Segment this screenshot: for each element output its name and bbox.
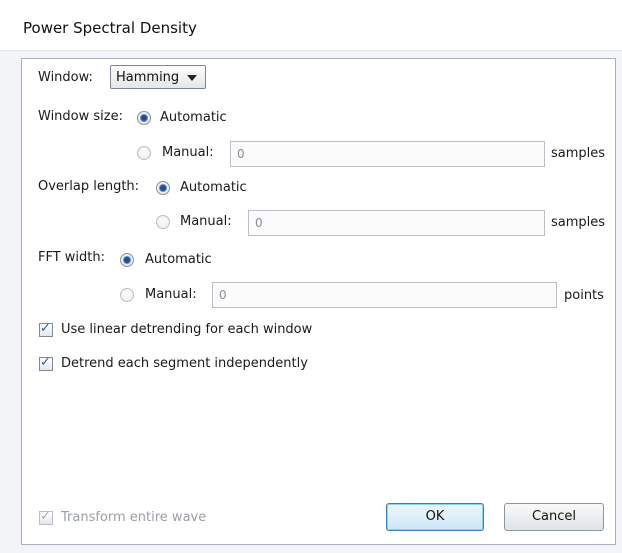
transform-entire-label: Transform entire wave — [61, 510, 207, 525]
overlap-length-unit: samples — [551, 215, 606, 230]
detrend-segment-label: Detrend each segment independently — [61, 356, 308, 371]
chevron-down-icon — [187, 75, 197, 81]
cancel-button[interactable]: Cancel — [504, 503, 604, 531]
window-size-automatic-label: Automatic — [160, 110, 227, 125]
overlap-length-automatic-label: Automatic — [180, 180, 247, 195]
transform-entire-checkbox[interactable]: ✓ — [39, 509, 53, 525]
check-icon: ✓ — [40, 509, 51, 524]
psd-dialog: Power Spectral Density Window: Hamming W… — [0, 0, 622, 553]
overlap-length-manual-radio[interactable] — [156, 215, 170, 229]
fft-width-manual-radio[interactable] — [120, 288, 134, 302]
window-size-label: Window size: — [38, 109, 123, 124]
fft-width-automatic-label: Automatic — [145, 252, 212, 267]
detrend-segment-checkbox[interactable]: ✓ — [39, 355, 53, 371]
fft-width-automatic-radio[interactable] — [120, 253, 134, 267]
check-icon: ✓ — [40, 355, 51, 370]
fft-width-manual-label: Manual: — [145, 287, 197, 302]
window-select[interactable]: Hamming — [110, 65, 206, 89]
dialog-title: Power Spectral Density — [23, 19, 197, 37]
fft-width-unit: points — [564, 288, 604, 303]
window-size-unit: samples — [551, 146, 606, 161]
linear-detrending-label: Use linear detrending for each window — [61, 322, 313, 337]
window-select-value: Hamming — [116, 70, 180, 85]
window-size-manual-input[interactable] — [230, 141, 545, 167]
window-size-manual-label: Manual: — [162, 145, 214, 160]
check-icon: ✓ — [40, 321, 51, 336]
overlap-length-manual-input[interactable] — [248, 210, 545, 236]
overlap-length-automatic-radio[interactable] — [156, 181, 170, 195]
fft-width-manual-input[interactable] — [212, 282, 557, 308]
ok-button[interactable]: OK — [386, 503, 484, 531]
linear-detrending-checkbox[interactable]: ✓ — [39, 321, 53, 337]
window-size-automatic-radio[interactable] — [137, 111, 151, 125]
window-label: Window: — [38, 70, 93, 85]
overlap-length-manual-label: Manual: — [180, 214, 232, 229]
dialog-titlebar: Power Spectral Density — [0, 0, 622, 51]
window-size-manual-radio[interactable] — [137, 146, 151, 160]
overlap-length-label: Overlap length: — [38, 179, 140, 194]
fft-width-label: FFT width: — [38, 250, 106, 265]
